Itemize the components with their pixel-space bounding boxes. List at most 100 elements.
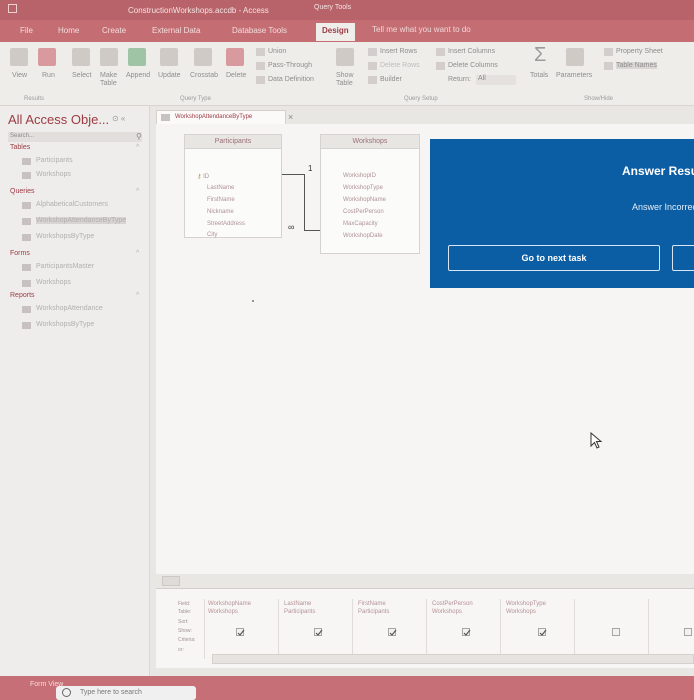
nav-category-queries[interactable]: Queries — [10, 188, 35, 195]
close-icon[interactable]: × — [288, 112, 293, 122]
delete-columns-button[interactable]: Delete Columns — [448, 62, 498, 69]
workshops-table-box[interactable]: Workshops WorkshopID WorkshopType Worksh… — [320, 134, 420, 254]
totals-button[interactable]: Totals — [530, 72, 548, 79]
collapse-icon[interactable]: ^ — [136, 188, 139, 195]
field-cost-per-person[interactable]: CostPerPerson — [343, 209, 384, 215]
field-workshop-id[interactable]: WorkshopID — [343, 173, 376, 179]
field-nickname[interactable]: Nickname — [207, 209, 234, 215]
grid-show-checkbox[interactable] — [612, 628, 620, 636]
tell-me-search[interactable]: Tell me what you want to do — [372, 25, 471, 34]
field-max-capacity[interactable]: MaxCapacity — [343, 221, 378, 227]
insert-rows-button[interactable]: Insert Rows — [380, 48, 417, 55]
grid-splitter-handle[interactable] — [162, 576, 180, 586]
run-button[interactable]: Run — [42, 72, 55, 79]
totals-icon[interactable]: Σ — [534, 44, 546, 67]
field-id[interactable]: ⚷ ID — [197, 173, 209, 180]
view-button[interactable]: View — [12, 72, 27, 79]
insert-columns-button[interactable]: Insert Columns — [448, 48, 495, 55]
grid-field-cell[interactable]: WorkshopType — [506, 601, 546, 607]
nav-item-workshops[interactable]: Workshops — [36, 171, 71, 178]
workshops-table-title[interactable]: Workshops — [321, 135, 419, 149]
nav-item-workshops-by-type-report[interactable]: WorkshopsByType — [36, 321, 94, 328]
union-button[interactable]: Union — [268, 48, 286, 55]
nav-item-participants[interactable]: Participants — [36, 157, 73, 164]
tab-design[interactable]: Design — [316, 23, 355, 41]
show-table-button[interactable]: Show — [336, 72, 354, 79]
nav-pane-title[interactable]: All Access Obje... — [8, 112, 109, 127]
grid-table-cell[interactable]: Workshops — [208, 609, 238, 615]
table-names-button[interactable]: Table Names — [616, 62, 657, 69]
grid-field-cell[interactable]: WorkshopName — [208, 601, 251, 607]
show-table-icon[interactable] — [336, 48, 354, 66]
field-workshop-type[interactable]: WorkshopType — [343, 185, 383, 191]
participants-table-title[interactable]: Participants — [185, 135, 281, 149]
delete-query-icon[interactable] — [226, 48, 244, 66]
field-workshop-date[interactable]: WorkshopDate — [343, 233, 383, 239]
collapse-icon[interactable]: ^ — [136, 292, 139, 299]
nav-item-workshop-attendance[interactable]: WorkshopAttendance — [36, 305, 103, 312]
run-icon[interactable] — [38, 48, 56, 66]
tab-create[interactable]: Create — [102, 26, 126, 35]
collapse-icon[interactable]: ^ — [136, 144, 139, 151]
builder-button[interactable]: Builder — [380, 76, 402, 83]
nav-item-participants-master[interactable]: ParticipantsMaster — [36, 263, 94, 270]
field-workshop-name[interactable]: WorkshopName — [343, 197, 386, 203]
grid-show-checkbox[interactable] — [684, 628, 692, 636]
field-last-name[interactable]: LastName — [207, 185, 234, 191]
grid-show-checkbox[interactable] — [538, 628, 547, 636]
chevron-down-icon[interactable]: ⊙ « — [112, 114, 125, 123]
collapse-icon[interactable]: ^ — [136, 250, 139, 257]
save-icon[interactable] — [8, 4, 17, 13]
field-city[interactable]: City — [207, 232, 217, 238]
secondary-button[interactable] — [672, 245, 694, 271]
delete-button[interactable]: Delete — [226, 72, 246, 79]
delete-rows-button[interactable]: Delete Rows — [380, 62, 420, 69]
tab-file[interactable]: File — [20, 26, 33, 35]
field-first-name[interactable]: FirstName — [207, 197, 235, 203]
nav-item-alphabetical-customers[interactable]: AlphabeticalCustomers — [36, 201, 108, 208]
grid-table-cell[interactable]: Participants — [284, 609, 315, 615]
grid-field-cell[interactable]: FirstName — [358, 601, 386, 607]
parameters-button[interactable]: Parameters — [556, 72, 592, 79]
append-button[interactable]: Append — [126, 72, 150, 79]
grid-horizontal-scrollbar[interactable] — [212, 654, 694, 664]
search-icon[interactable]: ⚲ — [136, 132, 142, 141]
view-icon[interactable] — [10, 48, 28, 66]
grid-show-checkbox[interactable] — [314, 628, 323, 636]
make-table-icon[interactable] — [100, 48, 118, 66]
go-to-next-task-button[interactable]: Go to next task — [448, 245, 660, 271]
crosstab-icon[interactable] — [194, 48, 212, 66]
nav-category-tables[interactable]: Tables — [10, 144, 30, 151]
grid-table-cell[interactable]: Workshops — [506, 609, 536, 615]
query-document-tab[interactable]: WorkshopAttendanceByType — [156, 110, 286, 124]
tab-external-data[interactable]: External Data — [152, 26, 200, 35]
nav-category-reports[interactable]: Reports — [10, 292, 35, 299]
pass-through-button[interactable]: Pass-Through — [268, 62, 312, 69]
grid-show-checkbox[interactable] — [236, 628, 245, 636]
join-line-segment[interactable] — [282, 174, 304, 175]
crosstab-button[interactable]: Crosstab — [190, 72, 218, 79]
update-icon[interactable] — [160, 48, 178, 66]
grid-field-cell[interactable]: LastName — [284, 601, 311, 607]
join-line-segment[interactable] — [304, 174, 305, 230]
property-sheet-button[interactable]: Property Sheet — [616, 48, 663, 55]
data-definition-button[interactable]: Data Definition — [268, 76, 314, 83]
grid-field-cell[interactable]: CostPerPerson — [432, 601, 473, 607]
append-icon[interactable] — [128, 48, 146, 66]
make-table-button[interactable]: Make — [100, 72, 117, 79]
select-button[interactable]: Select — [72, 72, 91, 79]
nav-item-workshops-form[interactable]: Workshops — [36, 279, 71, 286]
return-dropdown[interactable]: All — [476, 75, 516, 85]
select-icon[interactable] — [72, 48, 90, 66]
field-street-address[interactable]: StreetAddress — [207, 221, 245, 227]
update-button[interactable]: Update — [158, 72, 181, 79]
grid-table-cell[interactable]: Workshops — [432, 609, 462, 615]
grid-show-checkbox[interactable] — [388, 628, 397, 636]
nav-category-forms[interactable]: Forms — [10, 250, 30, 257]
grid-show-checkbox[interactable] — [462, 628, 471, 636]
parameters-icon[interactable] — [566, 48, 584, 66]
nav-item-workshop-attendance-by-type[interactable]: WorkshopAttendanceByType — [36, 217, 127, 224]
nav-item-workshops-by-type[interactable]: WorkshopsByType — [36, 233, 94, 240]
tab-home[interactable]: Home — [58, 26, 79, 35]
grid-table-cell[interactable]: Participants — [358, 609, 389, 615]
